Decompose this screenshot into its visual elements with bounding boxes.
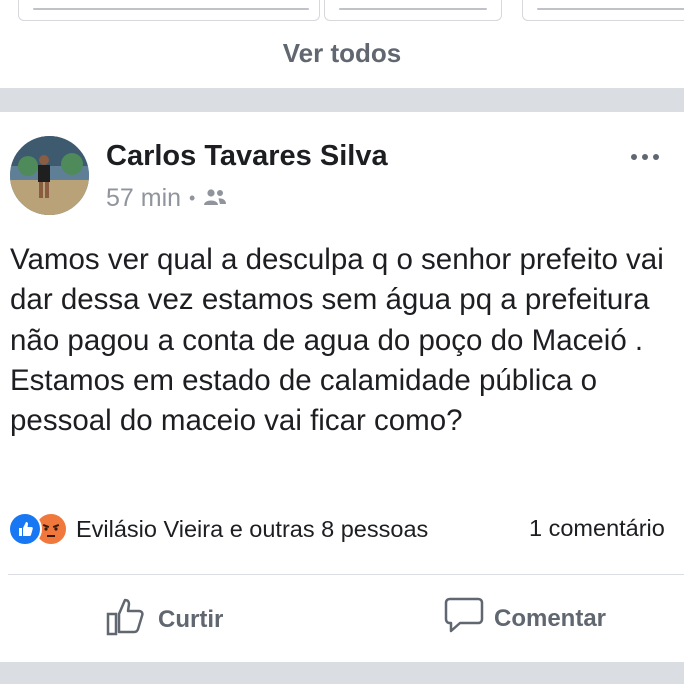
- reactions-summary[interactable]: Evilásio Vieira e outras 8 pessoas: [8, 512, 428, 546]
- reactions-text[interactable]: Evilásio Vieira e outras 8 pessoas: [76, 516, 428, 543]
- suggestion-card[interactable]: [324, 0, 502, 21]
- post-author[interactable]: Carlos Tavares Silva: [106, 140, 388, 173]
- actions-divider: [8, 574, 684, 575]
- post-meta: 57 min •: [106, 184, 227, 213]
- friends-icon: [203, 184, 227, 213]
- meta-separator: •: [189, 188, 196, 208]
- previous-section: Ver todos: [0, 0, 684, 88]
- post-text: Vamos ver qual a desculpa q o senhor pre…: [10, 243, 664, 438]
- comments-count[interactable]: 1 comentário: [529, 515, 665, 542]
- thumbs-up-icon: [106, 596, 158, 643]
- like-button-label: Curtir: [158, 605, 224, 633]
- ellipsis-icon[interactable]: [630, 138, 660, 169]
- feed-divider: [0, 88, 684, 112]
- avatar[interactable]: [10, 136, 89, 215]
- see-all-link[interactable]: Ver todos: [0, 38, 684, 69]
- comment-button[interactable]: Comentar: [444, 596, 606, 641]
- feed-post: Carlos Tavares Silva 57 min • Vamos ver …: [0, 112, 684, 662]
- feed-divider: [0, 662, 684, 684]
- comment-button-label: Comentar: [494, 604, 607, 632]
- like-reaction-icon: [8, 512, 42, 546]
- speech-bubble-icon: [444, 596, 494, 641]
- like-button[interactable]: Curtir: [106, 596, 223, 643]
- post-time[interactable]: 57 min: [106, 184, 181, 213]
- suggestion-card[interactable]: [18, 0, 320, 21]
- suggestion-card[interactable]: [522, 0, 684, 21]
